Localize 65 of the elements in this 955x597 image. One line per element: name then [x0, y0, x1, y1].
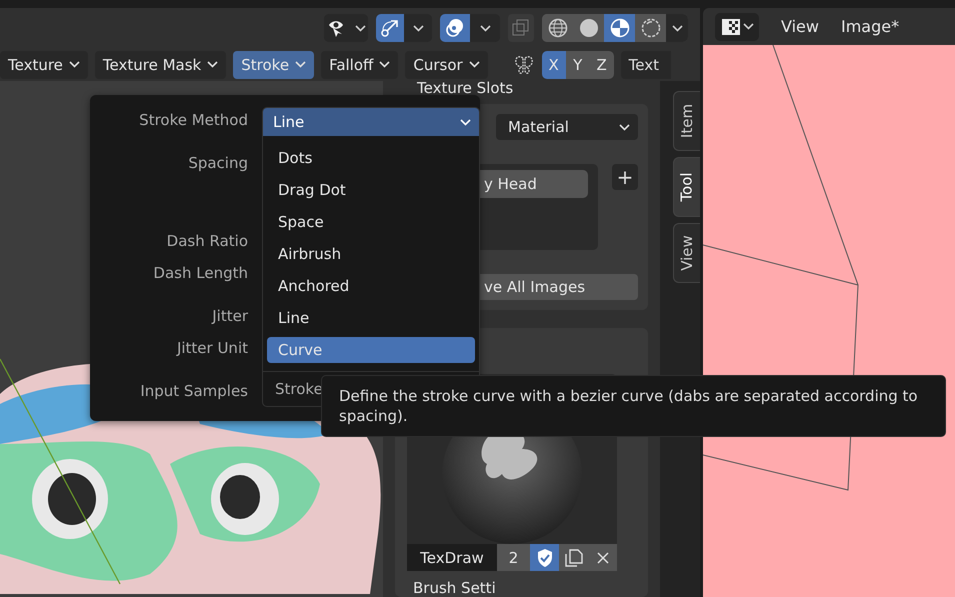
add-button[interactable]: +	[612, 164, 638, 190]
xray-squares-icon	[512, 19, 530, 37]
dropdown-item[interactable]: Space	[267, 209, 475, 235]
caret-icon	[460, 118, 471, 126]
fake-user-toggle[interactable]	[530, 544, 559, 571]
caret-icon	[207, 61, 218, 68]
mirror-axis-toggle[interactable]: X	[542, 50, 566, 78]
copy-icon	[564, 548, 584, 568]
shading-selector[interactable]	[542, 14, 688, 42]
header-menu[interactable]: Stroke	[233, 50, 314, 78]
caret-icon	[379, 61, 390, 68]
brush-name-field[interactable]: TexDraw	[407, 544, 497, 571]
property-label: Input Samples	[140, 382, 248, 402]
caret-icon	[354, 24, 366, 32]
header-menu[interactable]: Cursor	[405, 50, 488, 78]
shield-check-icon	[536, 548, 554, 568]
caret-icon	[619, 124, 630, 130]
caret-icon	[295, 61, 306, 68]
header-menu[interactable]: Text	[620, 50, 671, 78]
panel-title[interactable]: Brush Setti	[407, 579, 648, 597]
mode-dropdown[interactable]: Material	[496, 114, 638, 140]
dropdown-item[interactable]: Line	[267, 305, 475, 331]
mirror-axis-toggle[interactable]: Y	[566, 50, 590, 78]
property-label: Jitter Unit	[176, 339, 248, 359]
caret-icon	[412, 24, 424, 32]
stroke-method-field[interactable]: Line	[263, 108, 479, 136]
caret-icon	[468, 61, 480, 68]
caret-icon	[742, 23, 754, 30]
overlay-circles-icon	[444, 17, 466, 39]
solid-sphere-icon	[578, 18, 598, 38]
unlink-button[interactable]	[588, 544, 617, 571]
sidebar-tab[interactable]: Item	[673, 91, 700, 151]
dropdown-item[interactable]: Curve	[267, 337, 475, 363]
rendered-sphere-icon	[640, 18, 660, 38]
duplicate-button[interactable]	[559, 544, 588, 571]
header-menu[interactable]: Falloff	[321, 50, 398, 78]
caret-icon	[68, 61, 80, 68]
header-menu[interactable]: Texture Mask	[94, 50, 226, 78]
xray-toggle[interactable]	[508, 14, 534, 42]
wireframe-sphere-icon	[548, 18, 568, 38]
caret-icon	[672, 24, 682, 32]
mirror-butterfly-icon	[512, 54, 535, 76]
property-label: Stroke Method	[139, 111, 248, 131]
material-sphere-icon	[610, 18, 630, 38]
property-label: Jitter	[212, 307, 248, 327]
close-icon	[596, 550, 610, 564]
property-label: Stroke	[275, 380, 323, 398]
sidebar-tab[interactable]: Tool	[673, 157, 700, 217]
mirror-axis-toggle[interactable]: Z	[590, 50, 614, 78]
header-menu[interactable]: Texture	[0, 50, 88, 78]
property-label: Dash Ratio	[166, 232, 248, 252]
tooltip: Define the stroke curve with a bezier curve (dabs are separated according to spacing).	[321, 375, 946, 437]
sidebar-tab[interactable]: View	[673, 223, 700, 283]
editor-menu[interactable]: Image*	[840, 17, 900, 36]
caret-icon	[480, 24, 490, 32]
checker-image-icon	[720, 18, 740, 36]
dropdown-item[interactable]: Airbrush	[267, 241, 475, 267]
user-count[interactable]: 2	[497, 544, 530, 571]
dropdown-item[interactable]: Dots	[267, 145, 475, 171]
editor-menu[interactable]: View	[781, 17, 819, 36]
editor-type-selector[interactable]	[715, 12, 759, 40]
property-label: Spacing	[188, 154, 248, 174]
panel-title[interactable]: Texture Slots	[395, 81, 648, 95]
gizmo-arrow-icon	[379, 17, 401, 39]
property-label: Dash Length	[153, 264, 248, 284]
